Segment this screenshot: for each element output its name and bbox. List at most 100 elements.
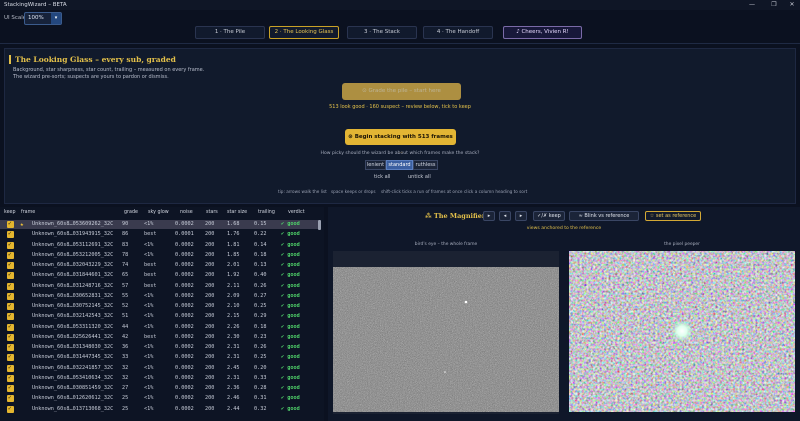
tab-the-looking-glass[interactable]: 2 · The Looking Glass: [269, 26, 339, 39]
table-row[interactable]: Unknown_60s8…032043229_32C 74 best 0.0002 20…: [0, 261, 318, 270]
next-frame-button[interactable]: ▸: [515, 211, 527, 221]
col-star-size[interactable]: star size: [227, 210, 247, 215]
begin-stacking-button[interactable]: ⊛ Begin stacking with 513 frames →: [345, 129, 456, 156]
cell-star-size: 2.44: [227, 405, 240, 412]
table-row[interactable]: Unknown_60s8…031348030_32C 36 <1% 0.0002 200…: [0, 343, 318, 352]
table-row[interactable]: Unknown_60s8…031248716_32C 57 best 0.0002 20…: [0, 282, 318, 291]
cell-grade: 65: [122, 272, 129, 279]
keep-checkbox[interactable]: [7, 312, 14, 321]
tab-the-pile[interactable]: 1 · The Pile: [195, 26, 265, 39]
keep-checkbox[interactable]: [7, 230, 14, 239]
previous-frame-button[interactable]: ◂: [499, 211, 511, 221]
table-row[interactable]: Unknown_60s8…012620612_32C 25 <1% 0.0002 200…: [0, 394, 318, 403]
cell-stars: 200: [205, 231, 215, 238]
cell-stars: 200: [205, 364, 215, 371]
step-forward-button[interactable]: ▸: [483, 211, 495, 221]
table-row[interactable]: Unknown_60s8…030652831_32C 55 <1% 0.0002 200…: [0, 292, 318, 301]
table-row[interactable]: Unknown_60s8…013713068_32C 25 <1% 0.0002 200…: [0, 405, 318, 414]
keep-checkbox[interactable]: [7, 384, 14, 392]
keep-checkbox[interactable]: [7, 241, 14, 249]
grade-pile-button[interactable]: ⊙ Grade the pile – start here: [342, 83, 461, 100]
keep-checkbox[interactable]: [7, 292, 14, 300]
minimize-icon[interactable]: —: [744, 0, 760, 10]
table-row[interactable]: Unknown_60s8…053112691_32C 83 <1% 0.0002 200…: [0, 241, 318, 250]
maximize-icon[interactable]: ❐: [766, 0, 782, 10]
keep-checkbox[interactable]: [7, 333, 14, 341]
table-row[interactable]: Unknown_60s8…053212005_32C 78 <1% 0.0002 200…: [0, 251, 318, 260]
untick-all-button[interactable]: untick all: [408, 174, 431, 180]
col-sky-glow[interactable]: sky glow: [148, 210, 169, 215]
table-row[interactable]: Unknown_60s8…053311320_32C 44 <1% 0.0002 200…: [0, 323, 318, 332]
table-row[interactable]: ★ Unknown_60s8…053609262_32C 90 <1% 0.0002 20…: [0, 220, 318, 229]
col-grade[interactable]: grade: [124, 210, 138, 215]
keep-checkbox[interactable]: [7, 302, 14, 310]
keep-checkbox[interactable]: [7, 394, 14, 403]
table-row[interactable]: Unknown_60s8…030752145_32C 52 <1% 0.0002 200…: [0, 302, 318, 311]
table-row[interactable]: Unknown_60s8…031943915_32C 86 best 0.0001 20…: [0, 230, 318, 239]
cell-star-size: 1.92: [227, 272, 240, 279]
tick-all-button[interactable]: tick all: [374, 174, 390, 180]
cell-star-size: 2.36: [227, 385, 240, 391]
keep-checkbox[interactable]: [7, 364, 14, 372]
table-row[interactable]: Unknown_60s8…025626441_32C 42 best 0.0002 20…: [0, 333, 318, 342]
blink-vs-reference-button[interactable]: ≈ Blink vs reference: [569, 211, 639, 221]
cell-verdict: ✔ good: [281, 262, 300, 268]
keep-checkbox[interactable]: [7, 405, 14, 413]
keep-checkbox[interactable]: [7, 374, 14, 382]
keep-checkbox[interactable]: [7, 271, 14, 280]
cell-star-size: 2.15: [227, 313, 240, 320]
tab-the-stack[interactable]: 3 · The Stack: [347, 26, 417, 39]
cell-grade: 27: [122, 385, 129, 391]
pixel-peeper-view[interactable]: [569, 251, 795, 412]
table-row[interactable]: Unknown_60s8…053410634_32C 32 <1% 0.0002 200…: [0, 374, 318, 383]
keep-checkbox[interactable]: [7, 251, 14, 259]
cell-frame: Unknown_60s8…031447345_32C: [32, 354, 114, 361]
keep-checkbox[interactable]: [7, 323, 14, 331]
col-verdict[interactable]: verdict: [288, 210, 305, 215]
set-as-reference-button[interactable]: ☆ set as reference: [645, 211, 701, 221]
cell-sky-glow: <1%: [144, 344, 154, 350]
cell-star-size: 2.26: [227, 323, 240, 330]
cell-verdict: ✔ good: [281, 221, 300, 227]
table-header: keep frame grade sky glow noise stars st…: [0, 210, 324, 218]
keep-checkbox[interactable]: [7, 343, 14, 351]
table-row[interactable]: Unknown_60s8…031447345_32C 33 <1% 0.0002 200…: [0, 353, 318, 362]
keep-checkbox[interactable]: [7, 282, 14, 290]
table-scrollbar[interactable]: [318, 220, 321, 230]
table-row[interactable]: Unknown_60s8…030851459_32C 27 <1% 0.0002 200…: [0, 384, 318, 393]
views-anchored-note: views anchored to the reference: [526, 226, 602, 231]
cell-grade: 74: [122, 262, 129, 268]
keep-checkbox[interactable]: [7, 261, 14, 269]
cell-sky-glow: <1%: [144, 292, 154, 299]
ui-scale-select[interactable]: 100% ▾: [24, 12, 62, 25]
cell-stars: 200: [205, 313, 215, 320]
table-row[interactable]: Unknown_60s8…032241857_32C 32 <1% 0.0002 200…: [0, 364, 318, 373]
birds-eye-view[interactable]: [333, 267, 559, 412]
table-row[interactable]: Unknown_60s8…031844601_32C 65 best 0.0002 20…: [0, 271, 318, 280]
cell-trailing: 0.26: [254, 282, 267, 289]
chevron-down-icon[interactable]: ▾: [51, 13, 61, 24]
col-noise[interactable]: noise: [180, 210, 193, 215]
cell-star-size: 1.85: [227, 251, 240, 258]
cell-grade: 57: [122, 282, 129, 289]
strictness-ruthless[interactable]: ruthless: [413, 160, 438, 170]
toolbar: UI Scale 100% ▾: [0, 11, 800, 27]
keep-toggle-button[interactable]: ✓/✗ keep: [533, 211, 565, 221]
table-row[interactable]: Unknown_60s8…032142543_32C 51 <1% 0.0002 200…: [0, 312, 318, 321]
cell-frame: Unknown_60s8…031248716_32C: [32, 282, 114, 289]
col-stars[interactable]: stars: [206, 210, 218, 215]
cell-stars: 200: [205, 333, 215, 340]
cell-trailing: 0.25: [254, 303, 267, 309]
strictness-lenient[interactable]: lenient: [365, 160, 386, 170]
keep-checkbox[interactable]: [7, 353, 14, 362]
cell-stars: 200: [205, 323, 215, 330]
cheers-button[interactable]: ♪ Cheers, Vivien R!: [503, 26, 582, 39]
keep-checkbox[interactable]: [7, 220, 14, 228]
cell-sky-glow: <1%: [144, 385, 154, 391]
strictness-standard[interactable]: standard: [386, 160, 413, 170]
col-keep[interactable]: keep: [4, 210, 16, 215]
close-icon[interactable]: ✕: [784, 0, 800, 10]
tab-the-handoff[interactable]: 4 · The Handoff: [423, 26, 493, 39]
col-trailing[interactable]: trailing: [258, 210, 275, 215]
col-frame[interactable]: frame: [21, 210, 35, 215]
